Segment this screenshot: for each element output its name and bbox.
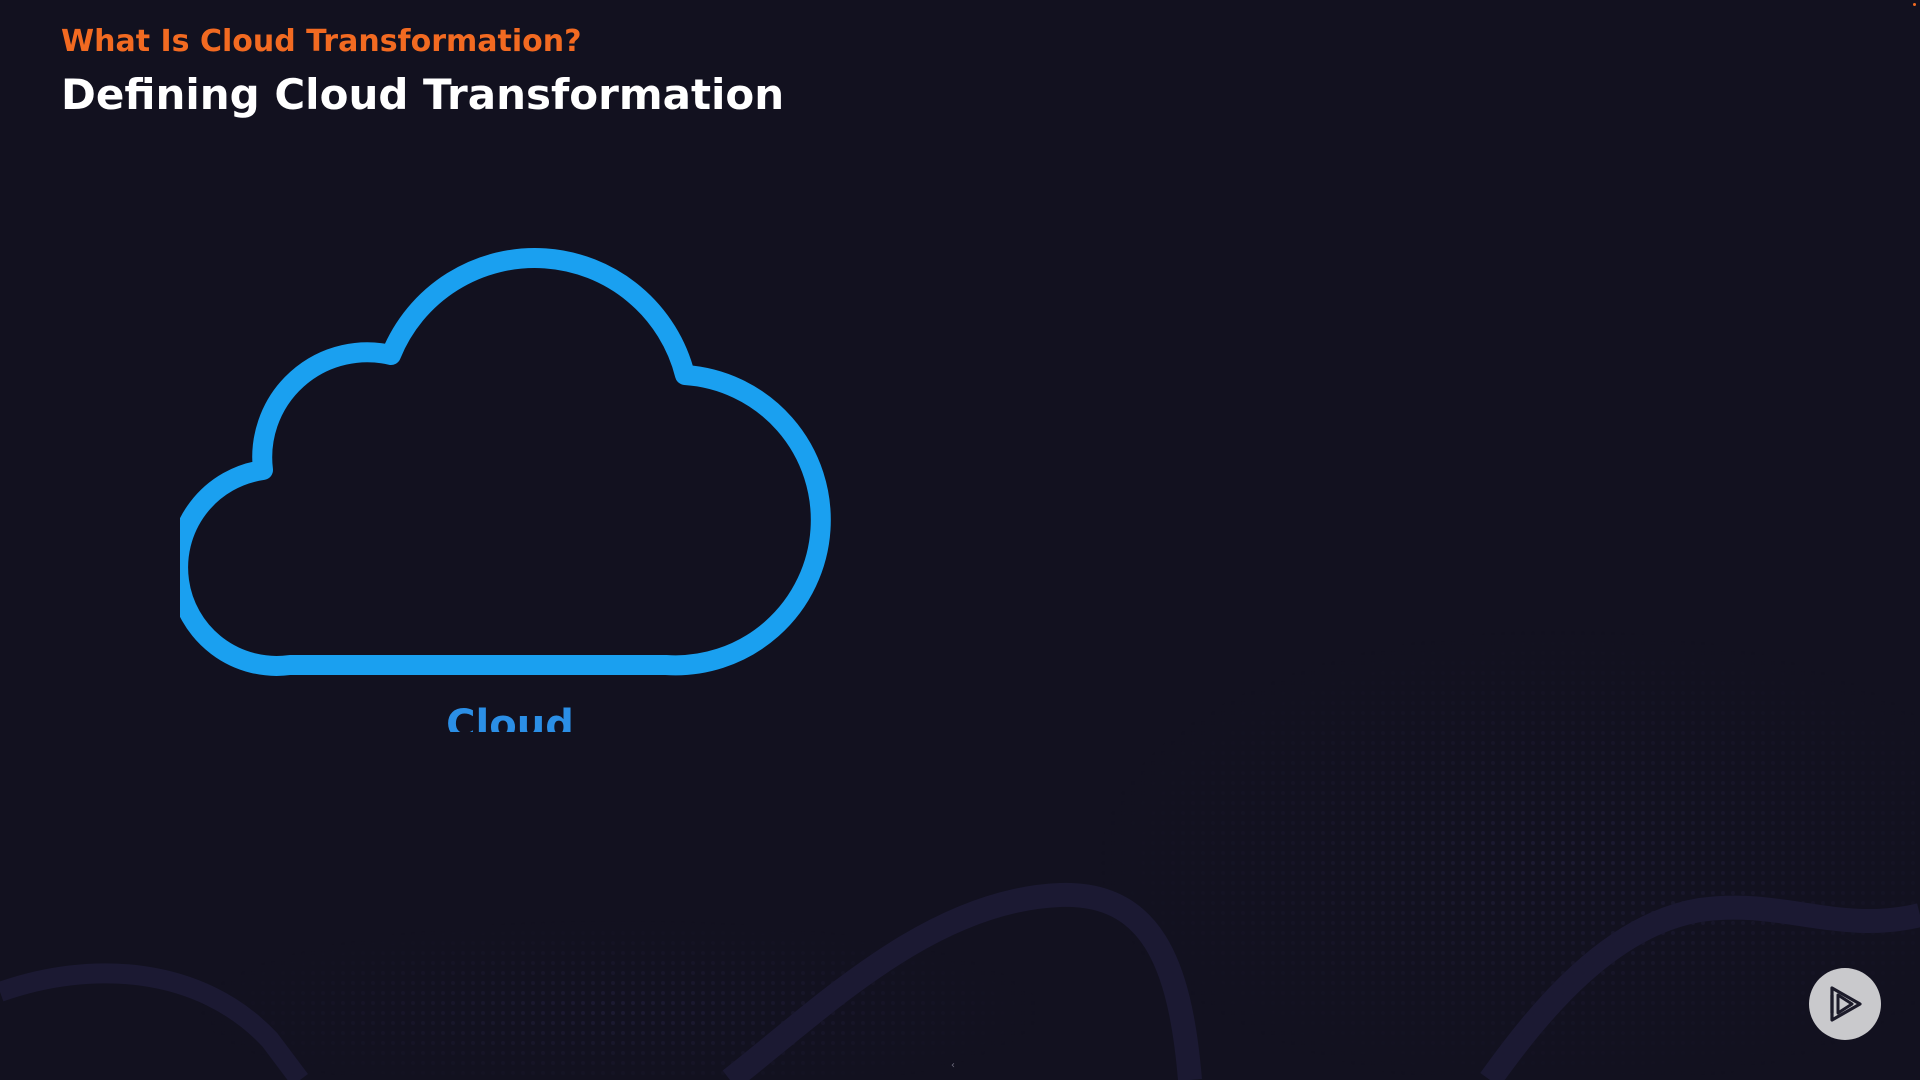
play-logo-icon bbox=[1830, 986, 1862, 1022]
cloud-outline bbox=[180, 248, 831, 676]
cloud-icon bbox=[180, 248, 831, 676]
progress-marker: ‹ bbox=[951, 1060, 955, 1071]
corner-marker bbox=[1913, 3, 1916, 6]
cloud-label-reveal: Cloud bbox=[400, 700, 620, 732]
slide: What Is Cloud Transformation? Defining C… bbox=[0, 0, 1920, 1080]
cloud-label: Cloud bbox=[446, 702, 574, 732]
section-eyebrow: What Is Cloud Transformation? bbox=[61, 24, 582, 59]
play-button[interactable] bbox=[1809, 968, 1881, 1040]
slide-title: Defining Cloud Transformation bbox=[61, 70, 785, 119]
